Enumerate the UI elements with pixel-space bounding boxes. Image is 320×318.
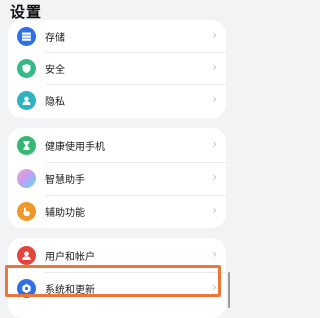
- settings-item-label: 健康使用手机: [45, 142, 105, 153]
- page-title: 设置: [10, 3, 43, 21]
- settings-item-label: 隐私: [45, 97, 65, 108]
- hand-icon: [17, 202, 36, 221]
- settings-item-privacy[interactable]: 隐私 ›: [8, 86, 226, 116]
- hourglass-icon: [17, 136, 36, 155]
- settings-group-2: 健康使用手机 › 智慧助手 › 辅助功能 ›: [8, 128, 226, 228]
- chevron-right-icon: ›: [212, 203, 217, 217]
- settings-item-label: 存储: [45, 33, 65, 44]
- settings-group-1: 存储 › 安全 › 隐私 ›: [8, 20, 226, 118]
- settings-item-label: 用户和帐户: [45, 252, 95, 263]
- settings-item-security[interactable]: 安全 ›: [8, 54, 226, 84]
- shield-icon: [17, 59, 36, 78]
- storage-icon: [17, 27, 36, 46]
- privacy-icon: [17, 91, 36, 110]
- chevron-right-icon: ›: [212, 170, 217, 184]
- chevron-right-icon: ›: [212, 137, 217, 151]
- selection-highlight: [5, 265, 221, 297]
- chevron-right-icon: ›: [212, 92, 217, 106]
- assistant-icon: [17, 169, 36, 188]
- divider: [45, 195, 226, 196]
- divider: [45, 52, 226, 53]
- settings-item-accessibility[interactable]: 辅助功能 ›: [8, 197, 226, 227]
- settings-item-label: 智慧助手: [45, 175, 85, 186]
- user-icon: [17, 246, 36, 265]
- settings-item-label: 安全: [45, 65, 65, 76]
- settings-item-digital-balance[interactable]: 健康使用手机 ›: [8, 131, 226, 161]
- divider: [45, 162, 226, 163]
- settings-item-label: 辅助功能: [45, 208, 85, 219]
- chevron-right-icon: ›: [212, 28, 217, 42]
- chevron-right-icon: ›: [212, 60, 217, 74]
- settings-item-smart-assistant[interactable]: 智慧助手 ›: [8, 164, 226, 194]
- settings-item-storage[interactable]: 存储 ›: [8, 22, 226, 52]
- chevron-right-icon: ›: [212, 247, 217, 261]
- scrollbar[interactable]: [228, 272, 230, 308]
- divider: [45, 84, 226, 85]
